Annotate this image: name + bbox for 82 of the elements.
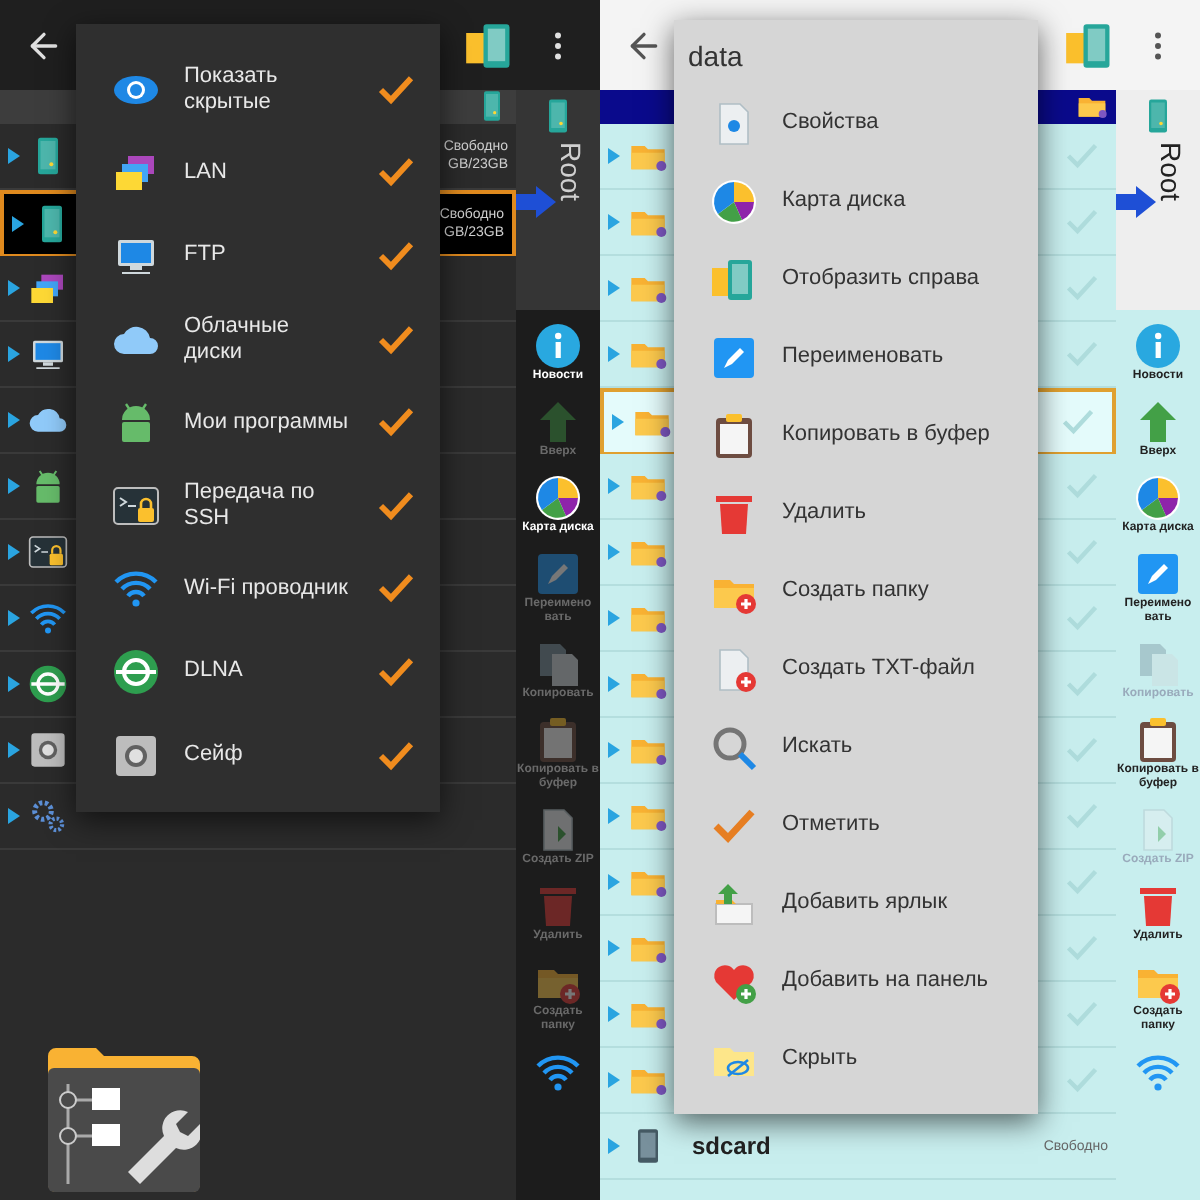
link-circle-icon <box>28 664 68 704</box>
expand-icon[interactable] <box>8 742 20 758</box>
info-icon <box>1134 322 1182 370</box>
check-icon[interactable] <box>1060 404 1096 440</box>
safe-icon <box>28 730 68 770</box>
menu-item[interactable]: Мои программы <box>76 380 440 464</box>
menu-item[interactable]: DLNA <box>76 630 440 714</box>
menu-item[interactable]: Карта диска <box>674 162 1038 240</box>
copy-icon <box>1134 640 1182 688</box>
pencil-icon <box>1134 550 1182 598</box>
folder-arrow-icon <box>710 879 758 927</box>
expand-icon[interactable] <box>8 544 20 560</box>
arrow-icon <box>516 186 556 218</box>
check-icon[interactable] <box>1064 864 1100 900</box>
pencil-icon <box>710 333 758 381</box>
menu-item[interactable]: Передача по SSH <box>76 463 440 548</box>
expand-icon[interactable] <box>8 412 20 428</box>
menu-item[interactable]: Удалить <box>674 474 1038 552</box>
wifi-icon <box>28 598 68 638</box>
menu-item[interactable]: Создать папку <box>674 552 1038 630</box>
menu-item[interactable]: Искать <box>674 708 1038 786</box>
expand-icon[interactable] <box>12 216 24 232</box>
clipboard-icon <box>1134 716 1182 764</box>
link-circle-icon <box>112 647 160 696</box>
root-label: Root <box>1153 142 1189 202</box>
expand-icon[interactable] <box>8 280 20 296</box>
check-icon[interactable] <box>1064 798 1100 834</box>
copy-icon <box>534 640 582 688</box>
check-icon[interactable] <box>1064 204 1100 240</box>
row-name: sdcard <box>692 1130 771 1164</box>
expand-icon[interactable] <box>8 808 20 824</box>
expand-icon[interactable] <box>8 346 20 362</box>
check-icon[interactable] <box>1064 996 1100 1032</box>
menu-item[interactable]: Добавить ярлык <box>674 864 1038 942</box>
arrow-icon <box>1116 186 1156 218</box>
menu-item[interactable]: LAN <box>76 131 440 215</box>
gear-icon <box>28 796 68 836</box>
expand-icon[interactable] <box>8 148 20 164</box>
menu-item[interactable]: Добавить на панель <box>674 942 1038 1020</box>
phones-icon <box>710 255 758 303</box>
trash-icon <box>534 882 582 930</box>
root-label: Root <box>553 142 589 202</box>
check-icon[interactable] <box>1064 930 1100 966</box>
pie-chart-icon <box>534 474 582 522</box>
phones-icon <box>464 19 516 71</box>
menu-item[interactable]: Создать TXT-файл <box>674 630 1038 708</box>
expand-icon[interactable] <box>8 478 20 494</box>
check-icon[interactable] <box>1064 666 1100 702</box>
expand-icon[interactable] <box>8 610 20 626</box>
check-icon[interactable] <box>1064 468 1100 504</box>
menu-item[interactable]: Переименовать <box>674 318 1038 396</box>
check-icon[interactable] <box>1064 270 1100 306</box>
safe-icon <box>112 731 160 780</box>
trash-icon <box>1134 882 1182 930</box>
pie-chart-icon <box>710 177 758 225</box>
menu-item[interactable]: Показать скрытые <box>76 48 440 132</box>
check-icon[interactable] <box>1064 732 1100 768</box>
clipboard-icon <box>534 716 582 764</box>
check-icon[interactable] <box>1064 600 1100 636</box>
pie-chart-icon <box>1134 474 1182 522</box>
menu-item[interactable]: Отобразить справа <box>674 240 1038 318</box>
pencil-icon <box>534 550 582 598</box>
menu-item[interactable]: Копировать в буфер <box>674 396 1038 474</box>
menu-item[interactable]: Скрыть <box>674 1020 1038 1098</box>
menu-item[interactable]: Свойства <box>674 84 1038 162</box>
check-icon[interactable] <box>1064 534 1100 570</box>
check-icon[interactable] <box>1064 138 1100 174</box>
menu-item[interactable]: Wi-Fi проводник <box>76 547 440 631</box>
expand-icon[interactable] <box>8 676 20 692</box>
terminal-lock-icon <box>112 481 160 530</box>
clipboard-icon <box>710 411 758 459</box>
menu-item[interactable]: FTP <box>76 214 440 298</box>
check-icon[interactable] <box>1064 1062 1100 1098</box>
menu-item[interactable]: Облачные диски <box>76 297 440 381</box>
check-icon[interactable] <box>1064 336 1100 372</box>
info-icon <box>534 322 582 370</box>
terminal-lock-icon <box>28 532 68 572</box>
menu-item[interactable]: Сейф <box>76 713 440 797</box>
menu-title: data <box>686 37 745 75</box>
menu-item[interactable]: Отметить <box>674 786 1038 864</box>
phones-icon <box>1064 19 1116 71</box>
search-icon <box>710 723 758 771</box>
